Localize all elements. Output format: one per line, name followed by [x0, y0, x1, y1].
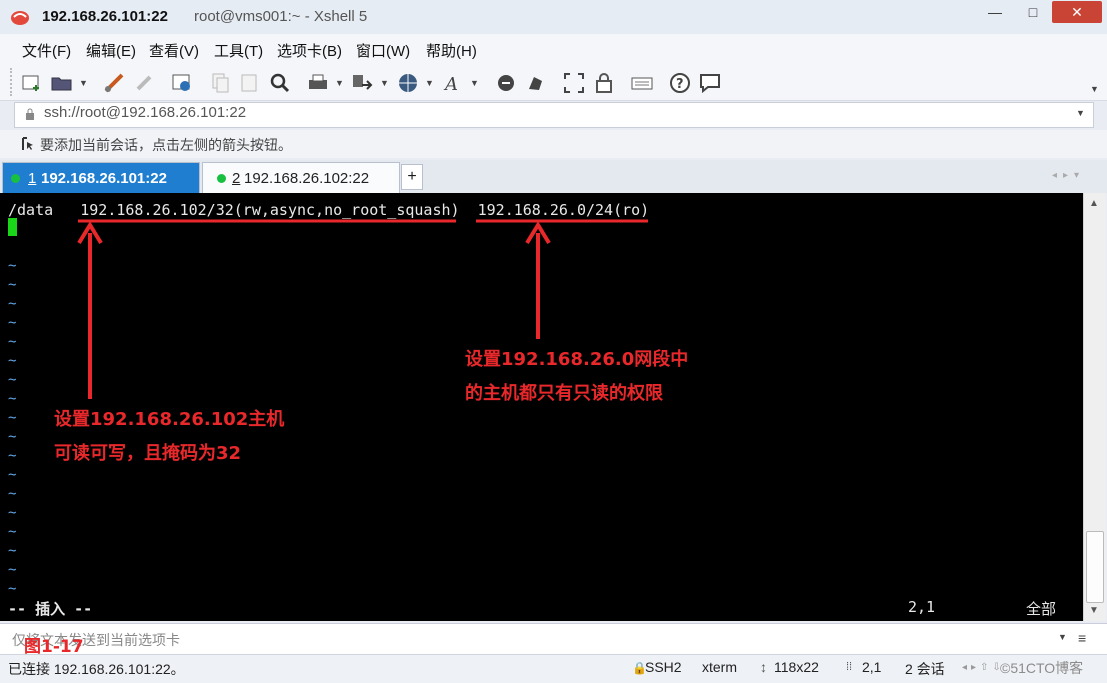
- globe-icon[interactable]: [396, 71, 420, 95]
- fullscreen-icon[interactable]: [562, 71, 586, 95]
- minimize-button[interactable]: —: [978, 1, 1012, 23]
- toolbar-overflow-icon[interactable]: ▼: [1090, 84, 1099, 94]
- chevron-down-icon[interactable]: ▼: [1076, 108, 1085, 118]
- font-icon[interactable]: A: [442, 71, 466, 95]
- tab-session-2[interactable]: 2 192.168.26.102:22: [202, 162, 400, 193]
- annotation-left-line1: 设置192.168.26.102主机: [54, 409, 285, 430]
- menu-icon[interactable]: ≡: [1078, 630, 1086, 646]
- terminal-size: 118x22: [774, 659, 819, 675]
- transfer-icon[interactable]: [350, 71, 374, 95]
- print-icon[interactable]: [306, 71, 330, 95]
- address-input[interactable]: ssh://root@192.168.26.101:22: [44, 104, 246, 121]
- open-folder-icon[interactable]: [50, 71, 74, 95]
- copy-icon[interactable]: [208, 71, 232, 95]
- chevron-down-icon[interactable]: ▼: [79, 78, 88, 88]
- menu-window[interactable]: 窗口(W): [356, 40, 410, 61]
- menu-file[interactable]: 文件(F): [22, 40, 71, 61]
- connection-status: 已连接 192.168.26.101:22。: [8, 661, 185, 677]
- annotation-left-line2: 可读可写，且掩码为32: [54, 443, 242, 464]
- disconnect-icon[interactable]: [132, 71, 156, 95]
- protocol-status: SSH2: [645, 659, 682, 675]
- session-count: 2 会话: [905, 661, 945, 677]
- chevron-down-icon[interactable]: ▼: [380, 78, 389, 88]
- cursor-pos-icon: ⁞⁞: [846, 661, 853, 673]
- terminal-type: xterm: [702, 659, 737, 675]
- status-dot-icon: [217, 174, 226, 183]
- chevron-down-icon[interactable]: ▼: [1058, 632, 1067, 642]
- add-tab-button[interactable]: +: [401, 164, 423, 190]
- lock-icon: [26, 108, 34, 120]
- tab-number: 1: [28, 170, 37, 187]
- annotation-right-line2: 的主机都只有只读的权限: [465, 383, 663, 404]
- menu-edit[interactable]: 编辑(E): [86, 40, 136, 61]
- vim-cursor-position: 2,1: [908, 598, 936, 616]
- menu-tools[interactable]: 工具(T): [214, 40, 263, 61]
- chevron-down-icon[interactable]: ▼: [470, 78, 479, 88]
- paste-icon[interactable]: [238, 71, 262, 95]
- scrollbar-thumb[interactable]: [1086, 531, 1104, 603]
- scroll-up-icon[interactable]: ▲: [1089, 198, 1099, 209]
- chevron-down-icon[interactable]: ▼: [335, 78, 344, 88]
- watermark: ©51CTO博客: [1000, 660, 1084, 676]
- new-session-icon[interactable]: [20, 71, 44, 95]
- session-nav-icons[interactable]: ◂▸⇧⇩: [962, 662, 1005, 673]
- vim-mode-indicator: -- 插入 --: [8, 600, 93, 618]
- chevron-down-icon[interactable]: ▼: [425, 78, 434, 88]
- scroll-down-icon[interactable]: ▼: [1089, 605, 1099, 616]
- lock-icon[interactable]: [592, 71, 616, 95]
- status-dot-icon: [11, 174, 20, 183]
- maximize-button[interactable]: □: [1016, 1, 1050, 23]
- svg-text:?: ?: [676, 77, 684, 92]
- resize-icon: ↕: [760, 659, 767, 675]
- close-button[interactable]: ✕: [1052, 1, 1102, 23]
- xftp-icon[interactable]: [494, 71, 518, 95]
- tab-label: 192.168.26.101:22: [41, 170, 167, 187]
- toolbar-grip: [10, 68, 14, 96]
- svg-text:A: A: [443, 74, 458, 95]
- hint-text: 要添加当前会话，点击左侧的箭头按钮。: [40, 137, 292, 153]
- menu-tabs[interactable]: 选项卡(B): [277, 40, 342, 61]
- connect-icon[interactable]: [102, 71, 126, 95]
- tab-session-1[interactable]: 1 192.168.26.101:22: [2, 162, 200, 193]
- toolbar: [0, 64, 1107, 101]
- help-icon[interactable]: ?: [668, 71, 692, 95]
- menu-help[interactable]: 帮助(H): [426, 40, 477, 61]
- cursor-position: 2,1: [862, 659, 882, 675]
- annotation-right-line1: 设置192.168.26.0网段中: [465, 349, 689, 370]
- properties-icon[interactable]: [170, 71, 194, 95]
- tab-navigation[interactable]: ◂▸▾: [1052, 170, 1085, 181]
- xshell-logo-icon: [11, 11, 29, 25]
- vim-scroll-indicator: 全部: [1026, 600, 1057, 618]
- window-title: root@vms001:~ - Xshell 5: [194, 8, 368, 25]
- xmanager-icon[interactable]: [524, 71, 548, 95]
- find-icon[interactable]: [268, 71, 292, 95]
- tab-number: 2: [232, 170, 241, 187]
- arrow-pointer-icon[interactable]: [20, 136, 36, 152]
- window-title-host: 192.168.26.101:22: [42, 8, 168, 25]
- menu-view[interactable]: 查看(V): [149, 40, 199, 61]
- tab-label: 192.168.26.102:22: [244, 170, 370, 187]
- chat-icon[interactable]: [698, 71, 722, 95]
- keyboard-icon[interactable]: [630, 71, 654, 95]
